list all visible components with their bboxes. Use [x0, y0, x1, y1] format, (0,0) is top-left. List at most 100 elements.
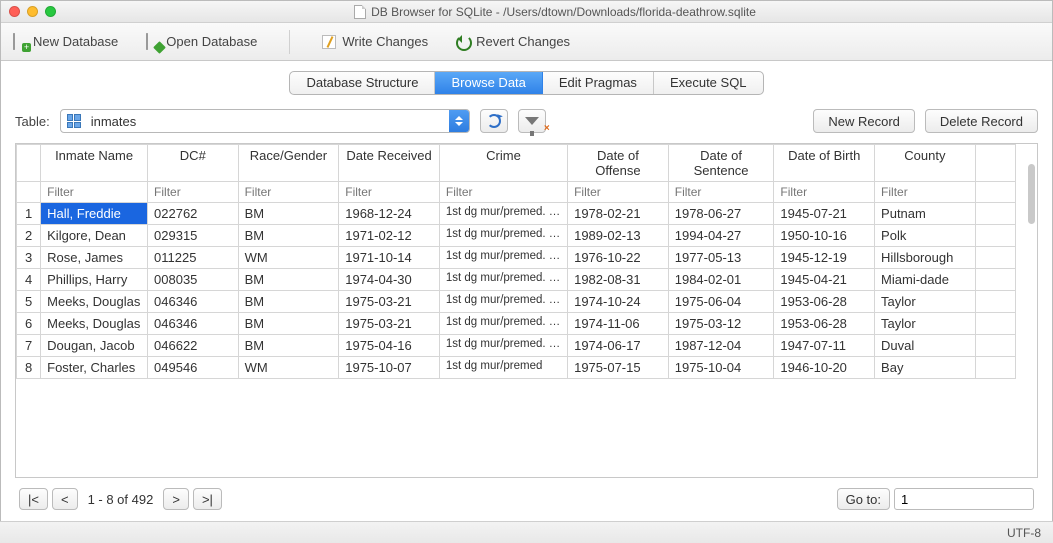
- row-number[interactable]: 1: [17, 203, 41, 225]
- cell-inmate-name[interactable]: Hall, Freddie: [41, 203, 148, 225]
- row-number[interactable]: 3: [17, 247, 41, 269]
- header-date-offense[interactable]: Date of Offense: [568, 145, 669, 182]
- cell-crime[interactable]: 1st dg mur/premed. …: [439, 335, 567, 357]
- cell-date-sentence[interactable]: 1975-06-04: [668, 291, 774, 313]
- header-dc[interactable]: DC#: [148, 145, 239, 182]
- cell-spacer[interactable]: [975, 203, 1015, 225]
- row-number[interactable]: 5: [17, 291, 41, 313]
- cell-date-received[interactable]: 1975-03-21: [339, 313, 440, 335]
- table-selector[interactable]: inmates: [60, 109, 470, 133]
- cell-spacer[interactable]: [975, 291, 1015, 313]
- cell-race-gender[interactable]: BM: [238, 313, 339, 335]
- table-row[interactable]: 6Meeks, Douglas046346BM1975-03-211st dg …: [17, 313, 1016, 335]
- table-row[interactable]: 5Meeks, Douglas046346BM1975-03-211st dg …: [17, 291, 1016, 313]
- tab-structure[interactable]: Database Structure: [290, 72, 435, 94]
- tab-browse-data[interactable]: Browse Data: [435, 72, 542, 94]
- cell-inmate-name[interactable]: Meeks, Douglas: [41, 313, 148, 335]
- cell-county[interactable]: Taylor: [875, 291, 976, 313]
- cell-dc[interactable]: 011225: [148, 247, 239, 269]
- close-icon[interactable]: [9, 6, 20, 17]
- cell-race-gender[interactable]: BM: [238, 203, 339, 225]
- cell-dob[interactable]: 1945-04-21: [774, 269, 875, 291]
- pager-next-button[interactable]: >: [163, 488, 189, 510]
- cell-date-received[interactable]: 1974-04-30: [339, 269, 440, 291]
- tab-execute-sql[interactable]: Execute SQL: [654, 72, 763, 94]
- cell-dc[interactable]: 046622: [148, 335, 239, 357]
- row-number[interactable]: 7: [17, 335, 41, 357]
- cell-dob[interactable]: 1950-10-16: [774, 225, 875, 247]
- cell-dob[interactable]: 1945-12-19: [774, 247, 875, 269]
- header-date-received[interactable]: Date Received: [339, 145, 440, 182]
- cell-county[interactable]: Duval: [875, 335, 976, 357]
- revert-changes-button[interactable]: Revert Changes: [456, 34, 570, 49]
- cell-inmate-name[interactable]: Phillips, Harry: [41, 269, 148, 291]
- cell-date-offense[interactable]: 1974-11-06: [568, 313, 669, 335]
- cell-date-received[interactable]: 1971-10-14: [339, 247, 440, 269]
- scrollbar[interactable]: [1028, 164, 1035, 224]
- cell-crime[interactable]: 1st dg mur/premed. …: [439, 203, 567, 225]
- cell-race-gender[interactable]: BM: [238, 335, 339, 357]
- cell-spacer[interactable]: [975, 225, 1015, 247]
- cell-race-gender[interactable]: WM: [238, 247, 339, 269]
- filter-date-offense[interactable]: [568, 182, 668, 202]
- table-row[interactable]: 3Rose, James011225WM1971-10-141st dg mur…: [17, 247, 1016, 269]
- cell-date-received[interactable]: 1975-03-21: [339, 291, 440, 313]
- cell-date-offense[interactable]: 1974-10-24: [568, 291, 669, 313]
- cell-dc[interactable]: 046346: [148, 291, 239, 313]
- cell-spacer[interactable]: [975, 269, 1015, 291]
- cell-crime[interactable]: 1st dg mur/premed. …: [439, 291, 567, 313]
- filter-inmate-name[interactable]: [41, 182, 147, 202]
- row-number[interactable]: 6: [17, 313, 41, 335]
- cell-spacer[interactable]: [975, 247, 1015, 269]
- filter-race-gender[interactable]: [239, 182, 339, 202]
- cell-date-offense[interactable]: 1975-07-15: [568, 357, 669, 379]
- cell-county[interactable]: Putnam: [875, 203, 976, 225]
- header-date-sentence[interactable]: Date of Sentence: [668, 145, 774, 182]
- table-row[interactable]: 8Foster, Charles049546WM1975-10-071st dg…: [17, 357, 1016, 379]
- cell-date-received[interactable]: 1968-12-24: [339, 203, 440, 225]
- cell-date-offense[interactable]: 1974-06-17: [568, 335, 669, 357]
- table-row[interactable]: 7Dougan, Jacob046622BM1975-04-161st dg m…: [17, 335, 1016, 357]
- refresh-button[interactable]: [480, 109, 508, 133]
- cell-spacer[interactable]: [975, 357, 1015, 379]
- cell-date-received[interactable]: 1975-10-07: [339, 357, 440, 379]
- cell-crime[interactable]: 1st dg mur/premed. …: [439, 247, 567, 269]
- cell-inmate-name[interactable]: Kilgore, Dean: [41, 225, 148, 247]
- filter-crime[interactable]: [440, 182, 567, 202]
- table-row[interactable]: 2Kilgore, Dean029315BM1971-02-121st dg m…: [17, 225, 1016, 247]
- cell-crime[interactable]: 1st dg mur/premed. …: [439, 269, 567, 291]
- cell-dob[interactable]: 1953-06-28: [774, 291, 875, 313]
- row-number[interactable]: 8: [17, 357, 41, 379]
- cell-date-sentence[interactable]: 1977-05-13: [668, 247, 774, 269]
- zoom-icon[interactable]: [45, 6, 56, 17]
- header-inmate-name[interactable]: Inmate Name: [41, 145, 148, 182]
- cell-spacer[interactable]: [975, 335, 1015, 357]
- minimize-icon[interactable]: [27, 6, 38, 17]
- header-crime[interactable]: Crime: [439, 145, 567, 182]
- pager-first-button[interactable]: |<: [19, 488, 48, 510]
- cell-date-received[interactable]: 1971-02-12: [339, 225, 440, 247]
- cell-inmate-name[interactable]: Rose, James: [41, 247, 148, 269]
- new-database-button[interactable]: + New Database: [13, 34, 118, 50]
- cell-dob[interactable]: 1946-10-20: [774, 357, 875, 379]
- cell-dob[interactable]: 1953-06-28: [774, 313, 875, 335]
- header-race-gender[interactable]: Race/Gender: [238, 145, 339, 182]
- cell-dc[interactable]: 046346: [148, 313, 239, 335]
- cell-county[interactable]: Hillsborough: [875, 247, 976, 269]
- filter-dob[interactable]: [774, 182, 874, 202]
- filter-date-received[interactable]: [339, 182, 439, 202]
- cell-county[interactable]: Taylor: [875, 313, 976, 335]
- cell-dob[interactable]: 1945-07-21: [774, 203, 875, 225]
- cell-crime[interactable]: 1st dg mur/premed: [439, 357, 567, 379]
- cell-dc[interactable]: 029315: [148, 225, 239, 247]
- open-database-button[interactable]: Open Database: [146, 34, 257, 50]
- row-number[interactable]: 2: [17, 225, 41, 247]
- filter-date-sentence[interactable]: [669, 182, 774, 202]
- cell-county[interactable]: Bay: [875, 357, 976, 379]
- cell-date-sentence[interactable]: 1994-04-27: [668, 225, 774, 247]
- cell-race-gender[interactable]: BM: [238, 225, 339, 247]
- cell-race-gender[interactable]: WM: [238, 357, 339, 379]
- pager-last-button[interactable]: >|: [193, 488, 222, 510]
- row-number[interactable]: 4: [17, 269, 41, 291]
- cell-dc[interactable]: 022762: [148, 203, 239, 225]
